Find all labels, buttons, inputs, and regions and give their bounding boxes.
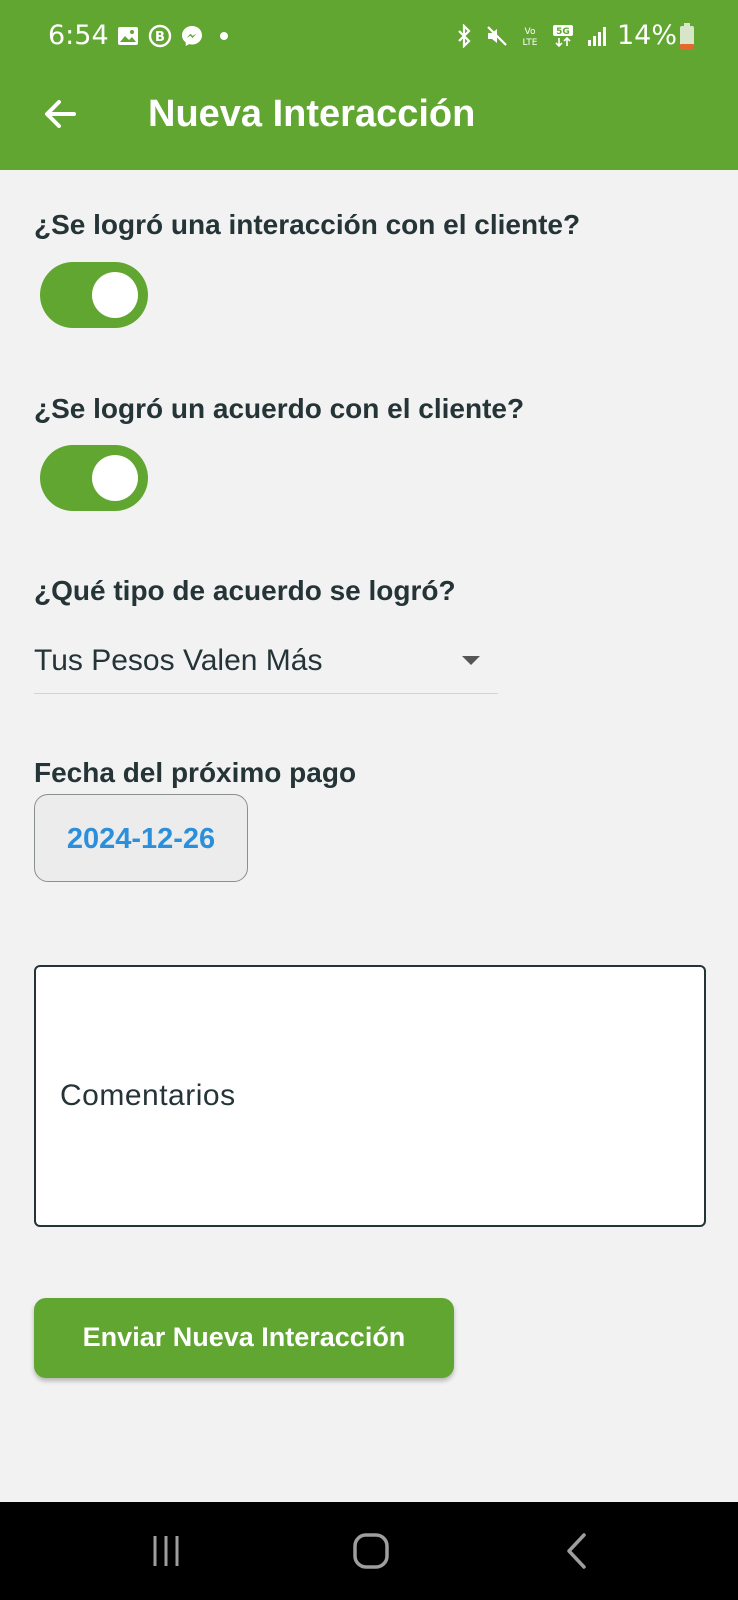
app-bar: Nueva Interacción — [0, 74, 738, 170]
back-icon[interactable] — [548, 1526, 608, 1576]
home-icon[interactable] — [341, 1526, 401, 1576]
submit-button-label: Enviar Nueva Interacción — [82, 1322, 406, 1352]
page-title: Nueva Interacción — [148, 93, 476, 135]
arrow-back-icon[interactable] — [38, 92, 82, 136]
messenger-icon — [182, 26, 202, 46]
toggle-knob — [92, 455, 138, 501]
status-bar: 6:54 B Vo LTE 5G 14% — [0, 0, 738, 74]
system-status: Vo LTE 5G 14% — [452, 20, 694, 51]
interaction-toggle[interactable] — [40, 262, 148, 328]
dropdown-arrow-icon — [462, 656, 480, 665]
volte-icon: VoLTE — [523, 27, 538, 48]
gallery-icon — [118, 27, 138, 45]
svg-text:Vo: Vo — [525, 27, 536, 37]
dot-icon — [220, 32, 228, 40]
bluetooth-icon — [458, 23, 471, 48]
business-chat-icon: B — [148, 24, 172, 48]
date-picker-button[interactable]: 2024-12-26 — [34, 794, 248, 882]
svg-text:LTE: LTE — [523, 38, 538, 48]
5g-icon: 5G — [552, 24, 573, 47]
status-time: 6:54 — [48, 20, 109, 51]
interaction-question-label: ¿Se logró una interacción con el cliente… — [34, 209, 581, 240]
battery-percent: 14% — [616, 20, 677, 51]
agreement-type-label: ¿Qué tipo de acuerdo se logró? — [34, 575, 456, 606]
battery-icon — [680, 22, 694, 49]
svg-text:5G: 5G — [556, 27, 570, 37]
agreement-type-dropdown[interactable]: Tus Pesos Valen Más — [34, 630, 498, 694]
agreement-question-label: ¿Se logró un acuerdo con el cliente? — [34, 393, 525, 424]
next-payment-date: 2024-12-26 — [66, 823, 216, 855]
mute-icon — [487, 25, 507, 46]
toggle-knob — [92, 272, 138, 318]
recent-apps-icon[interactable] — [136, 1526, 196, 1576]
svg-text:B: B — [155, 30, 165, 45]
submit-button[interactable]: Enviar Nueva Interacción — [34, 1298, 454, 1378]
next-payment-label: Fecha del próximo pago — [34, 757, 357, 788]
notification-icons: B — [116, 24, 236, 48]
agreement-type-value: Tus Pesos Valen Más — [34, 644, 323, 677]
comments-placeholder: Comentarios — [60, 1079, 236, 1112]
agreement-toggle[interactable] — [40, 445, 148, 511]
comments-textarea[interactable]: Comentarios — [34, 965, 706, 1227]
signal-icon — [587, 26, 606, 46]
system-nav-bar — [0, 1502, 738, 1600]
